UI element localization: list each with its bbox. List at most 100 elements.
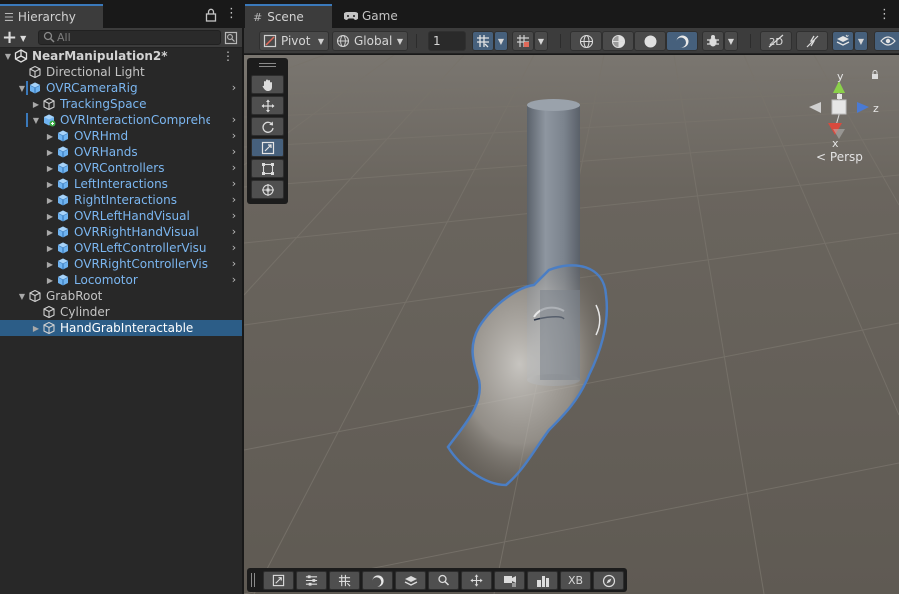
foldout-collapsed-icon[interactable]: ▶	[44, 244, 56, 253]
z-axis-cone-icon[interactable]	[857, 102, 869, 113]
hierarchy-item[interactable]: ▶ OVRHmd ›	[0, 128, 242, 144]
gizmo-lock-icon[interactable]	[872, 70, 878, 80]
hierarchy-item[interactable]: ▶ LeftInteractions ›	[0, 176, 242, 192]
scene-menu-icon[interactable]: ⋮	[222, 48, 234, 64]
rect-tool-button[interactable]	[251, 159, 284, 178]
tab-scene[interactable]: # Scene	[245, 4, 332, 28]
foldout-collapsed-icon[interactable]: ▶	[44, 276, 56, 285]
scene-visibility-button[interactable]	[874, 31, 899, 51]
search-input[interactable]	[57, 31, 217, 44]
hierarchy-item[interactable]: ▼ NearManipulation2* ⋮	[0, 48, 242, 64]
layers-button[interactable]	[395, 571, 426, 590]
create-button[interactable]: + ▼	[2, 29, 28, 47]
xr-simulator-button[interactable]: XB	[560, 571, 591, 590]
hierarchy-item[interactable]: ▼ OVRInteractionComprehe ›	[0, 112, 242, 128]
scale-tool-button[interactable]	[251, 138, 284, 157]
scene-viewport[interactable]: y z x < Persp XB	[244, 55, 899, 594]
shading-mode-button[interactable]	[362, 571, 393, 590]
rotate-tool-button[interactable]	[251, 117, 284, 136]
foldout-collapsed-icon[interactable]: ▶	[44, 180, 56, 189]
hierarchy-item[interactable]: ▶ OVRRightHandVisual ›	[0, 224, 242, 240]
chevron-right-icon[interactable]: ›	[229, 144, 239, 160]
effects-dropdown[interactable]: ▼	[854, 31, 868, 51]
foldout-expanded-icon[interactable]: ▼	[30, 116, 42, 125]
chevron-right-icon[interactable]: ›	[229, 256, 239, 272]
drag-handle[interactable]	[251, 573, 255, 587]
building-blocks-button[interactable]	[527, 571, 558, 590]
chevron-right-icon[interactable]: ›	[229, 176, 239, 192]
foldout-collapsed-icon[interactable]: ▶	[30, 100, 42, 109]
hierarchy-item[interactable]: ▶ HandGrabInteractable	[0, 320, 242, 336]
chevron-right-icon[interactable]: ›	[229, 112, 239, 128]
foldout-collapsed-icon[interactable]: ▶	[44, 212, 56, 221]
foldout-collapsed-icon[interactable]: ▶	[44, 132, 56, 141]
chevron-right-icon[interactable]: ›	[229, 208, 239, 224]
camera-button[interactable]	[494, 571, 525, 590]
search-scene-button[interactable]	[428, 571, 459, 590]
shading-unlit-button[interactable]	[634, 31, 666, 51]
caret-down-icon: ▼	[727, 36, 735, 46]
tab-hierarchy[interactable]: ☰ Hierarchy	[0, 4, 103, 28]
foldout-collapsed-icon[interactable]: ▶	[44, 148, 56, 157]
foldout-collapsed-icon[interactable]: ▶	[44, 260, 56, 269]
hierarchy-menu-icon[interactable]: ⋮	[225, 7, 238, 23]
global-dropdown[interactable]: Global ▼	[332, 31, 408, 51]
2d-toggle-button[interactable]: 2D	[760, 31, 792, 51]
foldout-collapsed-icon[interactable]: ▶	[44, 196, 56, 205]
pivot-dropdown[interactable]: Pivot ▼	[259, 31, 329, 51]
hierarchy-item[interactable]: ▶ OVRLeftHandVisual ›	[0, 208, 242, 224]
hierarchy-item-label: Cylinder	[60, 305, 110, 319]
hierarchy-item[interactable]: ·Directional Light	[0, 64, 242, 80]
draw-mode-dropdown[interactable]: ▼	[724, 31, 738, 51]
center-pivot-button[interactable]	[461, 571, 492, 590]
tab-game[interactable]: Game	[336, 4, 406, 28]
tools-overlay	[247, 58, 288, 204]
foldout-collapsed-icon[interactable]: ▶	[30, 324, 42, 333]
grid-snap-increment-field[interactable]: 1	[428, 31, 466, 51]
hierarchy-item[interactable]: ▶ OVRControllers ›	[0, 160, 242, 176]
snap-options-dropdown[interactable]: ▼	[534, 31, 548, 51]
transform-tool-button[interactable]	[251, 180, 284, 199]
grid-snap-button[interactable]	[512, 31, 534, 51]
lighting-toggle-button[interactable]	[796, 31, 828, 51]
hierarchy-item[interactable]: ▼ OVRCameraRig ›	[0, 80, 242, 96]
effects-toggle-button[interactable]	[832, 31, 854, 51]
hierarchy-item-label: Directional Light	[46, 65, 145, 79]
grid-snapping-button[interactable]	[329, 571, 360, 590]
hierarchy-item[interactable]: ▶ TrackingSpace	[0, 96, 242, 112]
shading-shaded-wireframe-button[interactable]	[602, 31, 634, 51]
chevron-right-icon[interactable]: ›	[229, 240, 239, 256]
foldout-expanded-icon[interactable]: ▼	[2, 52, 14, 61]
shading-shaded-button[interactable]	[666, 31, 698, 51]
hierarchy-item[interactable]: ▼ GrabRoot	[0, 288, 242, 304]
grid-options-dropdown[interactable]: ▼	[494, 31, 508, 51]
scene-menu-icon[interactable]: ⋮	[878, 7, 891, 22]
hierarchy-item[interactable]: ▶ OVRRightControllerVis ›	[0, 256, 242, 272]
hierarchy-item[interactable]: ▶ OVRHands ›	[0, 144, 242, 160]
tool-settings-button[interactable]	[296, 571, 327, 590]
compass-button[interactable]	[593, 571, 624, 590]
chevron-right-icon[interactable]: ›	[229, 80, 239, 96]
search-by-type-icon[interactable]	[224, 31, 238, 45]
foldout-collapsed-icon[interactable]: ▶	[44, 164, 56, 173]
chevron-right-icon[interactable]: ›	[229, 272, 239, 288]
chevron-right-icon[interactable]: ›	[229, 160, 239, 176]
foldout-collapsed-icon[interactable]: ▶	[44, 228, 56, 237]
drag-handle[interactable]	[259, 63, 276, 67]
hierarchy-item[interactable]: ▶ RightInteractions ›	[0, 192, 242, 208]
view-tool-button[interactable]	[251, 75, 284, 94]
lock-icon[interactable]	[205, 8, 217, 22]
chevron-right-icon[interactable]: ›	[229, 224, 239, 240]
move-tool-button[interactable]	[251, 96, 284, 115]
hierarchy-item[interactable]: ·Cylinder	[0, 304, 242, 320]
hierarchy-item[interactable]: ▶ Locomotor ›	[0, 272, 242, 288]
hierarchy-item[interactable]: ▶ OVRLeftControllerVisu ›	[0, 240, 242, 256]
debug-draw-mode-button[interactable]	[702, 31, 724, 51]
scene-view-scale-button[interactable]	[263, 571, 294, 590]
chevron-right-icon[interactable]: ›	[229, 128, 239, 144]
grid-visibility-button[interactable]	[472, 31, 494, 51]
shading-wireframe-button[interactable]	[570, 31, 602, 51]
projection-toggle[interactable]: < Persp	[816, 150, 863, 164]
chevron-right-icon[interactable]: ›	[229, 192, 239, 208]
foldout-expanded-icon[interactable]: ▼	[16, 292, 28, 301]
